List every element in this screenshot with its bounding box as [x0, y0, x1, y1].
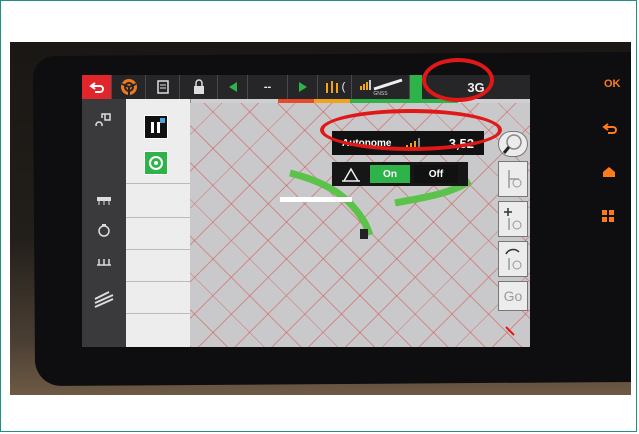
gear-icon [149, 156, 163, 170]
back-key-icon [602, 123, 617, 134]
add-line-icon [504, 208, 522, 230]
section-icon[interactable] [92, 253, 116, 271]
lane-button[interactable]: ( [318, 75, 352, 99]
menu-key[interactable] [602, 210, 614, 225]
lock-button[interactable] [180, 75, 218, 99]
rate-icon[interactable] [92, 221, 116, 239]
terminal-photo: -- ( GNSS 3G Autonome 3,52 On Off Go OK [10, 42, 631, 395]
next-button[interactable] [288, 75, 318, 99]
panel-row [126, 249, 190, 280]
grid-icon [602, 210, 614, 222]
status-indicator [410, 75, 422, 99]
curve-line-button[interactable] [498, 241, 528, 277]
home-key[interactable] [602, 166, 616, 181]
image-frame: -- ( GNSS 3G Autonome 3,52 On Off Go OK [0, 0, 637, 432]
status-panel [126, 99, 191, 347]
add-line-button[interactable] [498, 201, 528, 237]
field-value: -- [248, 75, 288, 99]
guidance-button[interactable] [112, 75, 146, 99]
ab-line-button[interactable] [498, 161, 528, 197]
panel-row [126, 313, 190, 344]
field-map-icon[interactable] [92, 287, 116, 313]
implement-icon[interactable] [92, 191, 116, 209]
zoom-button[interactable] [498, 131, 528, 157]
engage-button[interactable] [144, 151, 168, 175]
home-icon [603, 167, 615, 177]
accuracy-highlight [320, 109, 502, 151]
ok-key[interactable]: OK [604, 78, 621, 90]
back-button[interactable] [82, 75, 112, 99]
section-control-icon [342, 167, 360, 182]
lock-icon [193, 79, 204, 94]
lanes-icon [325, 81, 338, 93]
arrow-left-icon [228, 82, 237, 92]
back-arrow-icon [88, 82, 104, 93]
curve-icon [505, 248, 522, 270]
off-button[interactable]: Off [414, 165, 458, 183]
steering-wheel-icon [120, 79, 137, 95]
pause-button[interactable] [144, 115, 168, 139]
gnss-button[interactable]: GNSS [352, 75, 410, 99]
tractor-icon[interactable] [92, 109, 116, 127]
panel-row [126, 281, 190, 312]
left-sidebar [82, 99, 126, 347]
gnss-label: GNSS [373, 91, 388, 97]
pause-icon [151, 118, 165, 133]
gnss-highlight [422, 58, 494, 102]
ab-line-icon [508, 170, 522, 188]
magnifier-icon [502, 134, 522, 154]
go-button[interactable]: Go [498, 281, 528, 311]
gnss-signal-icon [359, 78, 402, 91]
back-key[interactable] [602, 122, 618, 137]
task-button[interactable] [146, 75, 180, 99]
panel-row [126, 183, 190, 214]
prev-button[interactable] [218, 75, 248, 99]
panel-row [126, 217, 190, 248]
partial-value: ( [341, 81, 346, 93]
on-button[interactable]: On [370, 165, 410, 183]
document-icon [156, 80, 169, 94]
arrow-right-icon [298, 82, 307, 92]
section-control-popup: On Off [332, 162, 468, 186]
